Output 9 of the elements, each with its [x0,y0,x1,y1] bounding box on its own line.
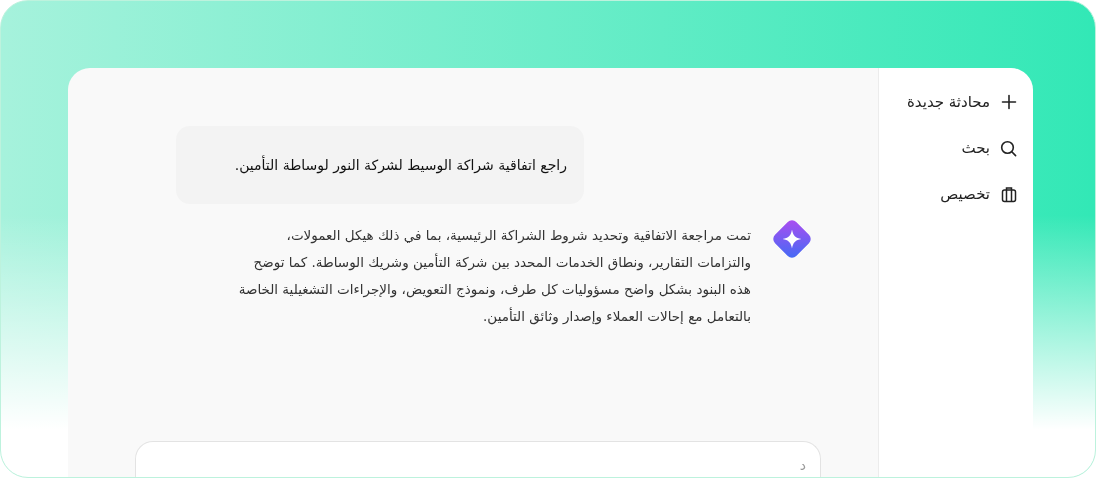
assistant-message: تمت مراجعة الاتفاقية وتحديد شروط الشراكة الرئيسية، بما في ذلك هيكل العمولات، والتزامات التقارير، ونطاق الخدمات المحدد بين شركة التأمين وشريك الوساطة. كما توضح هذه البنود بشكل واضح مسؤوليات كل طرف، ونموذج التعويض، والإجراءات التشغيلية الخاصة بالتعامل مع إحالات العملاء وإصدار وثائق التأمين. [237,226,751,327]
search-icon [1000,139,1017,157]
plus-icon [1000,94,1017,110]
user-message: راجع اتفاقية شراكة الوسيط لشركة النور لوساطة التأمين. [176,126,584,204]
briefcase-icon [1000,185,1017,203]
message-input[interactable]: د [135,441,821,477]
sidebar-item[interactable]: بحث [879,132,1017,164]
sidebar-item[interactable]: محادثة جديدة [879,86,1017,118]
sidebar-item[interactable]: تخصيص [879,178,1017,210]
